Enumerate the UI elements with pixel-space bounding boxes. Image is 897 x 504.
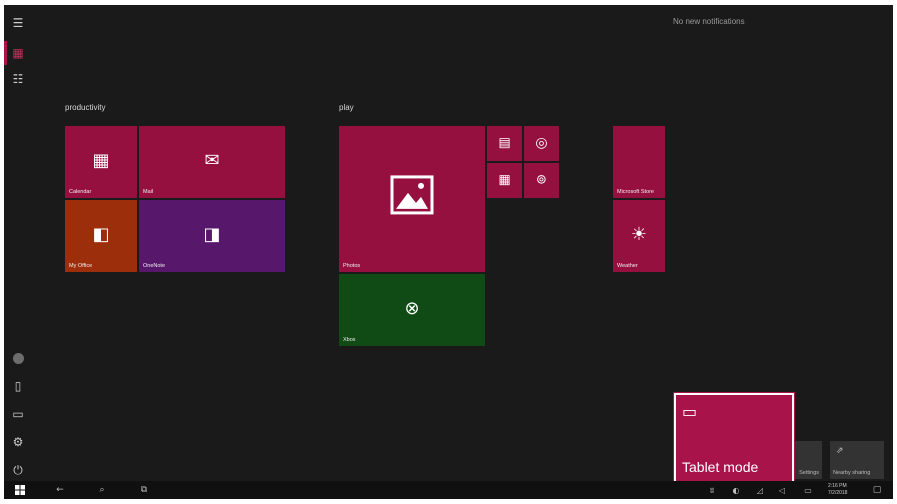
mail-icon: ✉ (204, 149, 220, 171)
hamburger-menu-icon[interactable]: ☰ (8, 13, 28, 33)
tile-photos[interactable]: Photos (339, 126, 485, 272)
user-avatar-icon[interactable] (8, 348, 28, 368)
quick-action-tablet-mode[interactable]: ▭ Tablet mode (674, 393, 794, 483)
tile-weather[interactable]: ☀ Weather (613, 200, 665, 272)
office-icon: ◧ (92, 223, 110, 245)
calendar-icon: ▦ (92, 149, 110, 171)
taskbar-clock[interactable]: 2:16 PM 7/2/2018 (828, 483, 847, 497)
windows-start-icon[interactable] (12, 483, 28, 497)
all-apps-icon[interactable]: ☷ (8, 69, 28, 89)
group-title-play[interactable]: play (339, 103, 354, 112)
sun-icon: ☀ (630, 223, 648, 245)
tile-label: Xbox (343, 337, 356, 343)
tablet-mode-icon: ▭ (682, 402, 698, 421)
quick-action-label: Tablet mode (682, 459, 759, 475)
start-menu-rail: ☰ ▦ ☷ ▯ ▭ ⚙ ⏻ (4, 5, 32, 481)
desktop-screen: ☰ ▦ ☷ ▯ ▭ ⚙ ⏻ productivity play ▦ Calend… (4, 5, 893, 499)
tile-onenote[interactable]: ◨ OneNote (139, 200, 285, 272)
xbox-icon: ⊗ (404, 297, 420, 319)
power-cord-icon[interactable]: ◐ (730, 483, 742, 497)
settings-icon[interactable]: ⚙ (8, 432, 28, 452)
onenote-icon: ◨ (203, 223, 221, 245)
camera-icon: ⊚ (536, 172, 547, 188)
people-icon[interactable]: ʬ (706, 483, 718, 497)
movies-icon: ▤ (498, 135, 511, 151)
tile-groove[interactable]: ◎ (524, 126, 559, 161)
tile-xbox[interactable]: ⊗ Xbox (339, 274, 485, 346)
group-title-productivity[interactable]: productivity (65, 103, 105, 112)
tile-label: My Office (69, 263, 93, 269)
network-icon[interactable]: ◿ (754, 483, 766, 497)
tile-calculator[interactable]: ▦ (487, 163, 522, 198)
taskbar: ← ⌕ ⧉ ʬ ◐ ◿ ◁ ▭ 2:16 PM 7/2/2018 ▢ (4, 481, 893, 499)
tile-calendar[interactable]: ▦ Calendar (65, 126, 137, 198)
tile-camera[interactable]: ⊚ (524, 163, 559, 198)
pictures-icon[interactable]: ▭ (8, 404, 28, 424)
search-icon[interactable]: ⌕ (94, 483, 110, 497)
photos-icon (390, 175, 434, 218)
rail-selection-indicator (4, 41, 7, 65)
pinned-tiles-icon[interactable]: ▦ (8, 43, 28, 63)
volume-icon[interactable]: ◁ (776, 483, 788, 497)
quick-action-nearby-sharing[interactable]: ⇗ Nearby sharing (830, 441, 884, 479)
calculator-icon: ▦ (498, 172, 511, 188)
action-center-icon[interactable]: ▢ (870, 483, 884, 497)
clock-time: 2:16 PM (828, 483, 847, 489)
keyboard-icon[interactable]: ▭ (800, 483, 816, 497)
clock-date: 7/2/2018 (828, 490, 848, 496)
quick-action-label: Nearby sharing (833, 470, 871, 476)
tile-movies[interactable]: ▤ (487, 126, 522, 161)
back-arrow-icon[interactable]: ← (52, 483, 68, 497)
tile-label: Mail (143, 189, 154, 195)
share-icon: ⇗ (836, 446, 844, 456)
notifications-empty-text: No new notifications (673, 17, 745, 26)
tile-mail[interactable]: ✉ Mail (139, 126, 285, 198)
power-icon[interactable]: ⏻ (8, 460, 28, 480)
tile-label: Weather (617, 263, 638, 269)
tile-my-office[interactable]: ◧ My Office (65, 200, 137, 272)
documents-icon[interactable]: ▯ (8, 376, 28, 396)
music-icon: ◎ (535, 134, 548, 151)
tile-label: OneNote (143, 263, 166, 269)
task-view-icon[interactable]: ⧉ (136, 483, 152, 497)
tile-label: Microsoft Store (617, 189, 654, 195)
tile-label: Photos (343, 263, 361, 269)
tile-microsoft-store[interactable]: Microsoft Store (613, 126, 665, 198)
quick-action-label: Settings (799, 470, 819, 476)
tile-label: Calendar (69, 189, 92, 195)
